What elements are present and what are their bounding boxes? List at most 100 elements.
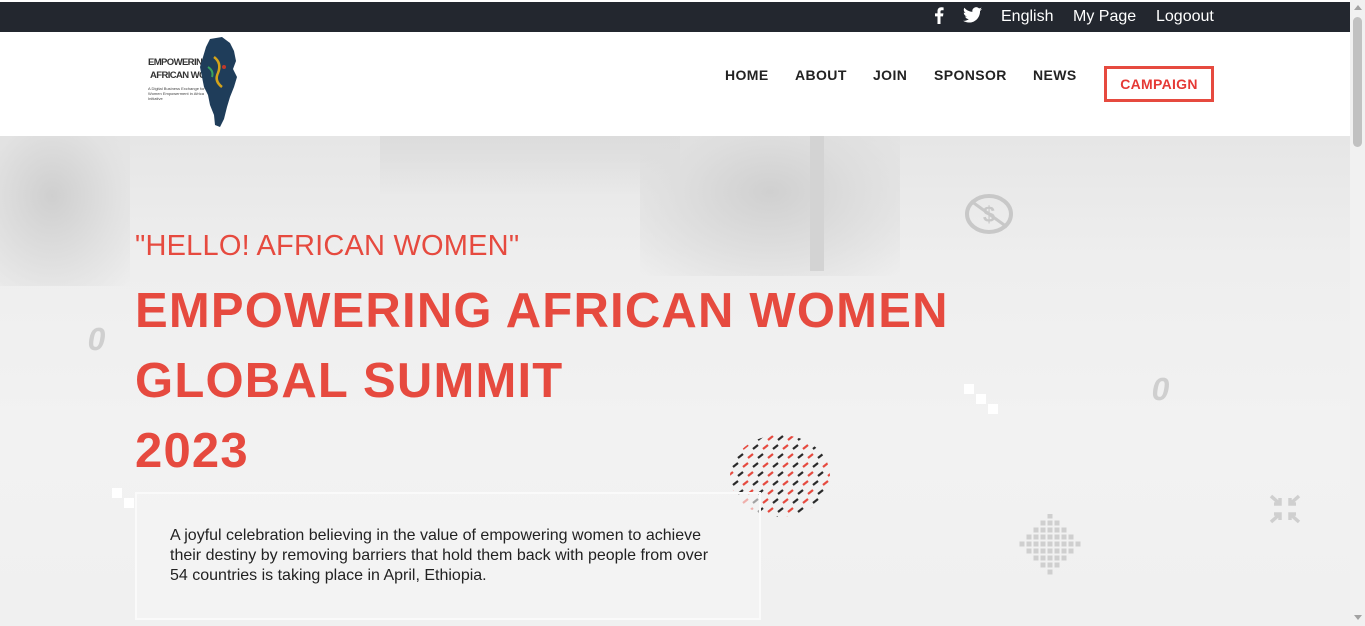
dollar-coin-icon: $ <box>965 194 1013 234</box>
scroll-down-arrow-icon[interactable] <box>1354 615 1362 620</box>
diamond-dot <box>1047 534 1053 540</box>
dash-mark <box>762 498 769 504</box>
dash-mark <box>827 489 830 495</box>
background-photo-shade <box>0 136 130 286</box>
dash-mark <box>787 489 794 495</box>
nav-news[interactable]: NEWS <box>1033 67 1077 83</box>
dash-mark <box>812 516 819 517</box>
language-link[interactable]: English <box>1001 8 1053 26</box>
facebook-icon[interactable] <box>934 7 944 29</box>
dash-mark <box>822 516 829 517</box>
my-page-link[interactable]: My Page <box>1073 8 1136 26</box>
top-bar: English My Page Logoout <box>0 2 1350 32</box>
scrollbar-thumb[interactable] <box>1353 17 1362 147</box>
dash-mark <box>782 498 789 504</box>
diamond-dot <box>1033 548 1039 554</box>
logout-link[interactable]: Logoout <box>1156 8 1214 26</box>
hero-section: 0 0 $ "HELLO! AFRICAN WOMEN" <box>0 136 1350 626</box>
diamond-dot <box>1033 555 1039 561</box>
diamond-dot <box>1075 541 1081 547</box>
diamond-dot <box>1047 555 1053 561</box>
hero-title: EMPOWERING AFRICAN WOMEN GLOBAL SUMMIT 2… <box>135 276 949 486</box>
dash-mark <box>777 489 784 495</box>
campaign-button[interactable]: CAMPAIGN <box>1104 66 1214 102</box>
hero-description: A joyful celebration believing in the va… <box>170 527 709 584</box>
diamond-dot <box>1047 541 1053 547</box>
vertical-scrollbar[interactable] <box>1350 0 1365 626</box>
background-photo-shade <box>640 136 900 276</box>
diamond-dot <box>1054 555 1060 561</box>
diamond-dot <box>1054 541 1060 547</box>
dash-mark <box>787 507 794 513</box>
scroll-up-arrow-icon[interactable] <box>1354 5 1362 10</box>
dash-mark <box>782 516 789 517</box>
zero-decoration: 0 <box>1148 371 1174 407</box>
diamond-dot <box>1033 534 1039 540</box>
diamond-dot <box>1061 548 1067 554</box>
diamond-dot <box>1061 527 1067 533</box>
diamond-dot <box>1040 548 1046 554</box>
diamond-dot <box>1054 534 1060 540</box>
site-logo[interactable]: EMPOWERING AFRICAN WOMEN A Digital Busin… <box>145 35 240 130</box>
diamond-dots-decoration <box>1019 514 1081 575</box>
dash-mark <box>812 498 819 504</box>
diamond-dot <box>1033 541 1039 547</box>
diamond-dot <box>1068 534 1074 540</box>
site-header: EMPOWERING AFRICAN WOMEN A Digital Busin… <box>0 32 1350 136</box>
square-decoration <box>124 498 134 508</box>
diamond-dot <box>1026 548 1032 554</box>
diamond-dot <box>1026 541 1032 547</box>
diamond-dot <box>1019 541 1025 547</box>
square-decoration <box>988 404 998 414</box>
diamond-dot <box>1047 520 1053 526</box>
page: English My Page Logoout EMPOWERING AFRIC… <box>0 0 1365 626</box>
diamond-dot <box>1047 514 1053 519</box>
dash-mark <box>777 507 784 513</box>
dash-mark <box>772 516 779 517</box>
diamond-dot <box>1026 534 1032 540</box>
dash-mark <box>767 507 774 513</box>
nav-home[interactable]: HOME <box>725 67 769 83</box>
diamond-dot <box>1040 555 1046 561</box>
africa-map-icon <box>200 37 237 127</box>
logo-tagline: A Digital Business Exchange for Women Em… <box>148 86 205 101</box>
diamond-dot <box>1040 527 1046 533</box>
diamond-dot <box>1047 569 1053 575</box>
diamond-dot <box>1054 548 1060 554</box>
dash-mark <box>817 489 824 495</box>
dash-mark <box>772 498 779 504</box>
nav-about[interactable]: ABOUT <box>795 67 847 83</box>
hero-description-box: A joyful celebration believing in the va… <box>135 492 761 620</box>
dash-mark <box>797 489 804 495</box>
twitter-icon[interactable] <box>963 7 982 28</box>
diamond-dot <box>1040 541 1046 547</box>
diamond-dot <box>1068 541 1074 547</box>
diamond-dot <box>1047 527 1053 533</box>
dash-mark <box>762 516 769 517</box>
dash-mark <box>807 489 814 495</box>
dash-mark <box>827 507 830 513</box>
nav-sponsor[interactable]: SPONSOR <box>934 67 1007 83</box>
zero-decoration: 0 <box>84 321 110 357</box>
diamond-dot <box>1040 534 1046 540</box>
diamond-dot <box>1033 527 1039 533</box>
dash-mark <box>817 507 824 513</box>
square-decoration <box>976 394 986 404</box>
collapse-arrows-icon <box>1269 494 1301 524</box>
diamond-dot <box>1040 562 1046 568</box>
diamond-dot <box>1040 520 1046 526</box>
hero-greeting: "HELLO! AFRICAN WOMEN" <box>135 230 520 262</box>
dash-mark <box>792 498 799 504</box>
hero-title-line2: GLOBAL SUMMIT <box>135 354 564 408</box>
background-photo-post <box>810 136 824 271</box>
square-decoration <box>964 384 974 394</box>
diamond-dot <box>1061 555 1067 561</box>
dash-mark <box>792 516 799 517</box>
diamond-dot <box>1061 534 1067 540</box>
square-decoration <box>112 488 122 498</box>
diamond-dot <box>1068 548 1074 554</box>
hero-title-line3: 2023 <box>135 424 249 478</box>
nav-join[interactable]: JOIN <box>873 67 907 83</box>
diamond-dot <box>1054 527 1060 533</box>
diamond-dot <box>1054 562 1060 568</box>
